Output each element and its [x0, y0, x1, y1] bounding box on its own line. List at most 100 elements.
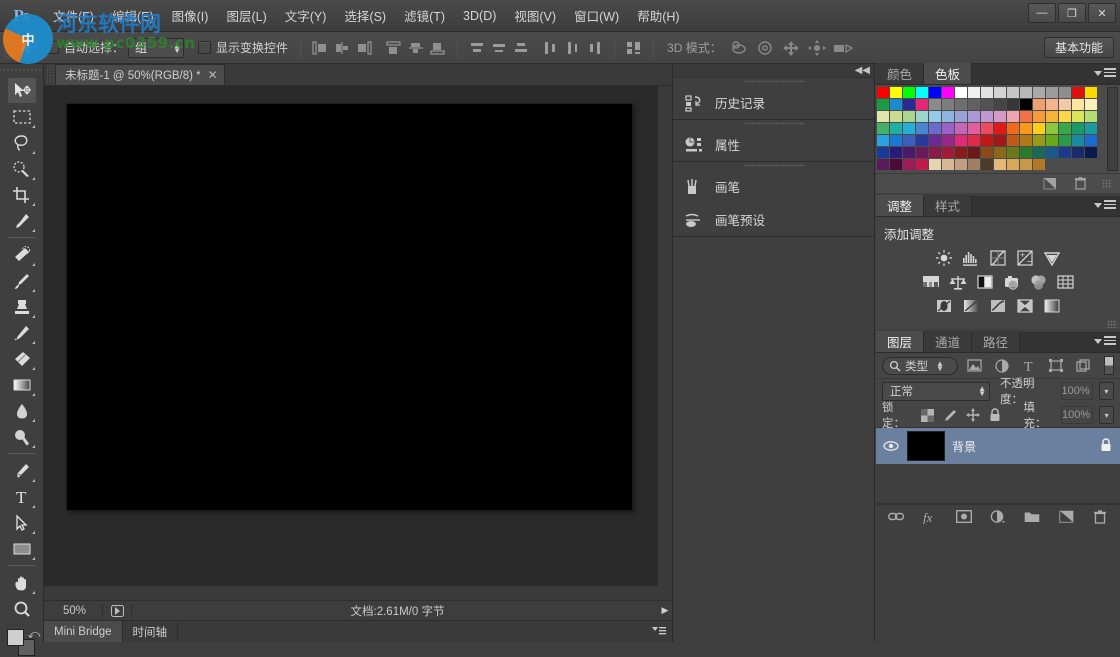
distribute-left-edges-icon[interactable] — [541, 38, 561, 58]
color-swatch[interactable] — [968, 111, 981, 123]
lock-all-icon[interactable] — [987, 406, 1003, 424]
color-swatch[interactable] — [877, 135, 890, 147]
color-swatch[interactable] — [1033, 123, 1046, 135]
menu-item-3[interactable]: 图层(L) — [217, 2, 275, 29]
tab-mini-bridge[interactable]: Mini Bridge — [44, 621, 123, 642]
menu-item-5[interactable]: 选择(S) — [335, 2, 395, 29]
panel-brush[interactable]: 画笔 — [673, 170, 874, 203]
layers-panel-menu-icon[interactable] — [1094, 336, 1116, 345]
swatches-resize-grip[interactable] — [1102, 178, 1112, 189]
color-swatch[interactable] — [1059, 135, 1072, 147]
color-swatch[interactable] — [1033, 87, 1046, 99]
tab-adjustments[interactable]: 调整 — [876, 195, 925, 216]
pan-3d-icon[interactable] — [780, 38, 802, 58]
distribute-right-edges-icon[interactable] — [585, 38, 605, 58]
selective-color-adjustment[interactable] — [1014, 296, 1036, 316]
color-swatch[interactable] — [994, 87, 1007, 99]
blend-mode-dropdown[interactable]: 正常 ▲ ▼ — [882, 381, 991, 401]
color-swatch[interactable] — [890, 123, 903, 135]
color-lookup-adjustment[interactable] — [1055, 272, 1077, 292]
color-swatch[interactable] — [877, 159, 890, 171]
color-swatch[interactable] — [877, 99, 890, 111]
auto-select-dropdown[interactable]: 组 ▲ ▼ — [128, 37, 185, 58]
color-swatch[interactable] — [1059, 87, 1072, 99]
eraser-tool[interactable] — [8, 346, 36, 371]
panel-properties[interactable]: 属性 — [673, 128, 874, 161]
color-swatch[interactable] — [981, 159, 994, 171]
black-white-adjustment[interactable] — [974, 272, 996, 292]
color-swatch[interactable] — [903, 87, 916, 99]
panel-brush-presets[interactable]: 画笔预设 — [673, 203, 874, 236]
color-swatch[interactable] — [1007, 87, 1020, 99]
align-left-edges-icon[interactable] — [310, 38, 330, 58]
swap-colors-icon[interactable]: ⤺ — [28, 627, 41, 642]
color-swatch[interactable] — [942, 147, 955, 159]
color-panel-menu-icon[interactable] — [1094, 68, 1116, 77]
panel-history[interactable]: 历史记录 — [673, 86, 874, 119]
color-swatch[interactable] — [877, 147, 890, 159]
photo-filter-adjustment[interactable] — [1001, 272, 1023, 292]
color-swatch[interactable] — [1059, 123, 1072, 135]
color-swatch[interactable] — [955, 111, 968, 123]
canvas-viewport[interactable] — [44, 86, 657, 620]
adjustments-resize-grip[interactable] — [876, 318, 1120, 329]
filter-shape-layers-icon[interactable] — [1045, 357, 1066, 375]
color-swatch[interactable] — [942, 135, 955, 147]
clone-stamp-tool[interactable] — [8, 294, 36, 319]
color-swatch[interactable] — [942, 159, 955, 171]
color-swatch[interactable] — [994, 111, 1007, 123]
color-swatch[interactable] — [1007, 123, 1020, 135]
menu-item-9[interactable]: 窗口(W) — [565, 2, 628, 29]
dodge-tool[interactable] — [8, 424, 36, 449]
fill-slider-toggle[interactable]: ▾ — [1099, 406, 1114, 424]
color-swatch[interactable] — [903, 99, 916, 111]
color-swatch[interactable] — [1072, 135, 1085, 147]
delete-swatch-icon[interactable] — [1072, 176, 1088, 191]
menu-item-1[interactable]: 编辑(E) — [103, 2, 163, 29]
color-swatch[interactable] — [929, 159, 942, 171]
color-swatch[interactable] — [955, 147, 968, 159]
scale-3d-camera-icon[interactable] — [832, 38, 854, 58]
tab-paths[interactable]: 路径 — [972, 331, 1021, 352]
align-bottom-edges-icon[interactable] — [428, 38, 448, 58]
foreground-background-colors[interactable]: ⤺ — [5, 627, 41, 657]
menu-item-10[interactable]: 帮助(H) — [628, 2, 688, 29]
filter-smart-objects-icon[interactable] — [1072, 357, 1093, 375]
color-swatch[interactable] — [929, 111, 942, 123]
color-swatch[interactable] — [968, 135, 981, 147]
color-swatch[interactable] — [1072, 159, 1085, 171]
status-expand-arrow-icon[interactable]: ▶ — [658, 605, 672, 616]
levels-adjustment[interactable] — [960, 248, 982, 268]
tab-timeline[interactable]: 时间轴 — [123, 621, 179, 642]
color-swatch[interactable] — [890, 159, 903, 171]
tab-strip-grip[interactable] — [46, 65, 55, 85]
color-swatch[interactable] — [890, 111, 903, 123]
swatches-scrollbar[interactable] — [1107, 87, 1118, 171]
color-swatch[interactable] — [1085, 147, 1098, 159]
menu-item-7[interactable]: 3D(D) — [454, 5, 505, 27]
workspace-switcher-button[interactable]: 基本功能 — [1043, 37, 1114, 58]
history-brush-tool[interactable] — [8, 320, 36, 345]
rotate-3d-icon[interactable] — [728, 38, 750, 58]
show-transform-checkbox[interactable] — [198, 41, 212, 54]
color-swatch[interactable] — [1020, 87, 1033, 99]
tab-color[interactable]: 颜色 — [876, 63, 925, 84]
color-swatch[interactable] — [929, 135, 942, 147]
layers-list[interactable]: 背景 — [876, 427, 1120, 504]
menu-item-2[interactable]: 图像(I) — [163, 2, 218, 29]
curves-adjustment[interactable] — [987, 248, 1009, 268]
align-horizontal-centers-icon[interactable] — [332, 38, 352, 58]
color-swatch[interactable] — [1007, 147, 1020, 159]
filter-adjustment-layers-icon[interactable] — [991, 357, 1012, 375]
color-swatch[interactable] — [929, 147, 942, 159]
color-swatch[interactable] — [1059, 147, 1072, 159]
color-swatch[interactable] — [1007, 99, 1020, 111]
color-swatch[interactable] — [1085, 135, 1098, 147]
filter-enable-toggle[interactable] — [1104, 356, 1114, 375]
gradient-map-adjustment[interactable] — [1041, 296, 1063, 316]
options-bar-grip[interactable] — [4, 36, 12, 59]
color-swatch[interactable] — [955, 159, 968, 171]
slide-3d-icon[interactable] — [806, 38, 828, 58]
tool-preset-picker[interactable] — [16, 36, 40, 59]
lasso-tool[interactable] — [8, 130, 36, 155]
